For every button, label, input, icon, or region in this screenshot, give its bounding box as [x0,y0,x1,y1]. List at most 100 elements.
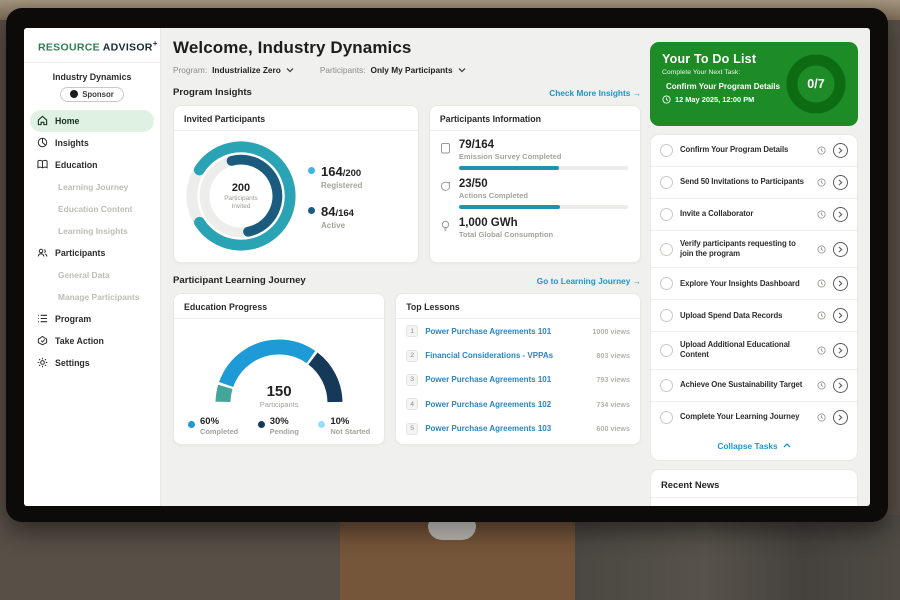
emission-progress-bar [459,166,628,170]
todo-next-task: Confirm Your Program Details [666,82,780,91]
chevron-right-icon [838,211,843,218]
sidebar-item-home[interactable]: Home [30,110,154,132]
sidebar-item-education[interactable]: Education [24,154,160,176]
chevron-right-icon [838,280,843,287]
lesson-row: 1 Power Purchase Agreements 101 1000 vie… [396,319,640,343]
chevron-right-icon [838,179,843,186]
todo-header-card: Your To Do List Complete Your Next Task:… [650,42,858,126]
task-row: Explore Your Insights Dashboard [651,268,857,300]
task-open-button[interactable] [833,143,848,158]
sponsor-badge[interactable]: Sponsor [60,87,124,102]
app-logo: RESOURCE ADVISOR+ [24,28,160,63]
sidebar-item-label: Home [55,116,79,126]
program-filter-label: Program: [173,65,207,75]
participants-filter-dropdown[interactable]: Participants: Only My Participants [320,65,466,75]
invited-total-label: Participants Invited [215,195,267,211]
task-checkbox[interactable] [660,411,673,424]
active-dot-icon [308,207,315,214]
task-open-button[interactable] [833,207,848,222]
lesson-rank: 4 [406,398,418,410]
task-checkbox[interactable] [660,379,673,392]
task-open-button[interactable] [833,378,848,393]
stat-value: 23/50 [459,178,628,190]
task-row: Upload Additional Educational Content [651,332,857,369]
program-filter-dropdown[interactable]: Program: Industrialize Zero [173,65,294,75]
clock-icon [817,413,826,422]
chevron-right-icon [838,246,843,253]
task-checkbox[interactable] [660,243,673,256]
lesson-row: 4 Power Purchase Agreements 102 734 view… [396,392,640,416]
sponsor-label: Sponsor [82,90,114,99]
not-started-dot-icon [318,421,325,428]
task-open-button[interactable] [833,242,848,257]
program-insights-heading: Program Insights [173,87,252,98]
task-checkbox[interactable] [660,144,673,157]
lesson-rank: 3 [406,374,418,386]
participants-icon [37,247,48,258]
chevron-right-icon [838,382,843,389]
take-action-icon [37,335,48,346]
completed-dot-icon [188,421,195,428]
sidebar-item-label: Manage Participants [58,292,139,302]
task-row: Confirm Your Program Details [651,135,857,167]
task-row: Verify participants requesting to join t… [651,231,857,268]
lesson-link[interactable]: Power Purchase Agreements 101 [425,375,589,384]
registered-dot-icon [308,167,315,174]
survey-icon [440,142,451,154]
program-list-icon [37,313,48,324]
sidebar-item-insights[interactable]: Insights [24,132,160,154]
task-checkbox[interactable] [660,309,673,322]
todo-tasks-card: Confirm Your Program Details Send 50 Inv… [650,134,858,461]
task-open-button[interactable] [833,308,848,323]
lesson-rank: 2 [406,350,418,362]
sidebar-item-program[interactable]: Program [24,308,160,330]
insights-icon [37,137,48,148]
check-more-insights-link[interactable]: Check More Insights → [549,88,641,98]
arrow-right-icon: → [633,276,641,286]
lesson-link[interactable]: Financial Considerations - VPPAs [425,351,589,360]
chevron-right-icon [838,347,843,354]
lesson-link[interactable]: Power Purchase Agreements 102 [425,400,589,409]
sidebar-item-education-content[interactable]: Education Content [24,198,160,220]
task-open-button[interactable] [833,410,848,425]
stat-label: Actions Completed [459,191,628,200]
task-open-button[interactable] [833,343,848,358]
lesson-link[interactable]: Power Purchase Agreements 101 [425,327,585,336]
sidebar-item-participants[interactable]: Participants [24,242,160,264]
participants-filter-value: Only My Participants [370,65,452,75]
card-title: Education Progress [174,294,384,319]
task-checkbox[interactable] [660,208,673,221]
invited-total: 200 [232,182,250,194]
task-row: Achieve One Sustainability Target [651,370,857,402]
logo-plus: + [153,39,158,48]
task-checkbox[interactable] [660,344,673,357]
sidebar-item-learning-journey[interactable]: Learning Journey [24,176,160,198]
sidebar-item-general-data[interactable]: General Data [24,264,160,286]
task-open-button[interactable] [833,276,848,291]
task-open-button[interactable] [833,175,848,190]
clock-icon [817,245,826,254]
lesson-link[interactable]: Power Purchase Agreements 103 [425,424,589,433]
page-title: Welcome, Industry Dynamics [173,38,641,58]
sidebar-item-manage-participants[interactable]: Manage Participants [24,286,160,308]
emission-survey-stat: 79/164 Emission Survey Completed [430,131,640,170]
gauge-total-label: Participants [209,400,349,409]
background-window-blur [575,515,900,600]
program-filter-value: Industrialize Zero [212,65,281,75]
sidebar-item-learning-insights[interactable]: Learning Insights [24,220,160,242]
sidebar-item-label: Settings [55,358,90,368]
go-to-learning-journey-link[interactable]: Go to Learning Journey → [537,276,641,286]
participants-filter-label: Participants: [320,65,366,75]
invited-donut-chart: 200 Participants Invited [182,137,300,255]
task-checkbox[interactable] [660,277,673,290]
lesson-views: 1000 views [592,326,630,337]
clock-icon [817,311,826,320]
clock-icon [817,381,826,390]
sidebar-item-take-action[interactable]: Take Action [24,330,160,352]
sidebar-item-settings[interactable]: Settings [24,352,160,374]
main-content: Welcome, Industry Dynamics Program: Indu… [161,28,650,506]
collapse-tasks-link[interactable]: Collapse Tasks [651,433,857,460]
recent-news-card: Recent News [650,469,858,507]
actions-icon [440,181,451,192]
task-checkbox[interactable] [660,176,673,189]
